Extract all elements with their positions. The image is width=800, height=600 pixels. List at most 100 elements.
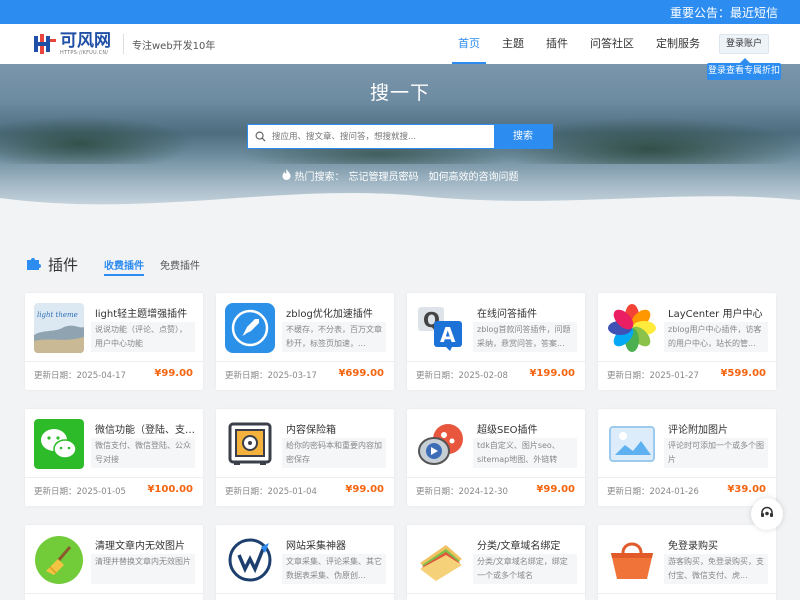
card-title[interactable]: 分类/文章域名绑定 — [477, 537, 581, 552]
search-box: 搜索 — [247, 124, 553, 149]
hero-banner: 搜一下 搜索 热门搜索： 忘记管理员密码 如何高效的咨询问题 — [0, 64, 800, 218]
logo-name: 可风网 — [60, 31, 111, 51]
card-update-date: 更新日期：2025-04-17 — [34, 369, 126, 381]
svg-text:light theme: light theme — [37, 311, 78, 319]
site-logo[interactable]: 可风网 HTTPS://KFUU.CN/ — [32, 24, 111, 64]
plugin-card[interactable]: 超级SEO插件 tdk自定义、图片seo、sitemap地图、外链转换、... … — [407, 409, 585, 506]
plugin-card[interactable]: 评论附加图片 评论时可添加一个或多个图片 更新日期：2024-01-26 ¥39… — [598, 409, 776, 506]
svg-text:A: A — [440, 323, 456, 347]
card-description: 分类/文章域名绑定，绑定一个或多个域名 — [473, 554, 577, 584]
card-price: ¥599.00 — [720, 368, 766, 379]
card-title[interactable]: 微信功能（登陆、支付） — [95, 421, 199, 436]
plugin-card[interactable]: 内容保险箱 给你的密码本和重要内容加密保存 更新日期：2025-01-04 ¥9… — [216, 409, 394, 506]
card-update-date: 更新日期：2025-01-04 — [225, 485, 317, 497]
card-description: zblog首款问答插件，问题采纳，悬赏问答，答案... — [473, 322, 577, 352]
main-nav: 首页 主题 插件 问答社区 定制服务 — [452, 24, 722, 64]
hot-label: 热门搜索： — [294, 172, 345, 183]
date-label: 更新日期： — [34, 371, 77, 381]
card-divider — [407, 477, 585, 478]
date-value: 2025-02-08 — [458, 371, 508, 381]
date-value: 2025-04-17 — [76, 371, 126, 381]
basket-icon[interactable] — [607, 535, 657, 585]
puzzle-icon — [26, 255, 42, 274]
card-update-date: 更新日期：2025-02-08 — [416, 369, 508, 381]
qa-icon[interactable]: QA — [416, 303, 466, 353]
wechat-icon[interactable] — [34, 419, 84, 469]
card-description: 给你的密码本和重要内容加密保存 — [282, 438, 386, 468]
sandwich-icon[interactable] — [416, 535, 466, 585]
nav-qa-community[interactable]: 问答社区 — [590, 24, 634, 64]
fire-icon — [282, 168, 291, 183]
nav-home[interactable]: 首页 — [452, 24, 486, 64]
collector-icon[interactable] — [225, 535, 275, 585]
light-theme-icon[interactable]: light theme — [34, 303, 84, 353]
card-description: 清理并替换文章内无效图片 — [91, 554, 195, 584]
card-title[interactable]: 超级SEO插件 — [477, 421, 581, 436]
tab-free-plugins[interactable]: 免费插件 — [160, 257, 200, 276]
date-label: 更新日期： — [34, 487, 77, 497]
card-title[interactable]: light轻主题增强插件 — [95, 305, 199, 320]
plugin-card[interactable]: 微信功能（登陆、支付） 微信支付、微信登陆、公众号对接 更新日期：2025-01… — [25, 409, 203, 506]
date-value: 2024-01-26 — [649, 487, 699, 497]
rocket-icon[interactable] — [225, 303, 275, 353]
plugin-card[interactable]: QA 在线问答插件 zblog首款问答插件，问题采纳，悬赏问答，答案... 更新… — [407, 293, 585, 390]
plugin-grid: light theme light轻主题增强插件 说说功能（评论、点赞），用户中… — [25, 293, 776, 600]
plugin-card[interactable]: 分类/文章域名绑定 分类/文章域名绑定，绑定一个或多个域名 更新日期：2023-… — [407, 525, 585, 600]
date-label: 更新日期： — [416, 371, 459, 381]
broom-icon[interactable] — [34, 535, 84, 585]
search-input[interactable] — [272, 125, 494, 148]
card-title[interactable]: 在线问答插件 — [477, 305, 581, 320]
site-slogan: 专注web开发10年 — [132, 40, 216, 52]
date-label: 更新日期： — [607, 371, 650, 381]
customer-service-button[interactable] — [751, 498, 783, 530]
image-icon[interactable] — [607, 419, 657, 469]
card-title[interactable]: zblog优化加速插件 — [286, 305, 390, 320]
card-update-date: 更新日期：2025-01-27 — [607, 369, 699, 381]
card-price: ¥699.00 — [338, 368, 384, 379]
search-icon — [248, 125, 272, 148]
plugin-card[interactable]: zblog优化加速插件 不缓存，不分表，百万文章秒开，标签页加速，... 更新日… — [216, 293, 394, 390]
date-value: 2025-01-27 — [649, 371, 699, 381]
login-discount-tip[interactable]: 登录查看专属折扣 — [707, 58, 781, 80]
section-title: 插件 — [48, 256, 79, 274]
login-button[interactable]: 登录账户 — [719, 34, 769, 54]
card-divider — [216, 477, 394, 478]
card-title[interactable]: 网站采集神器 — [286, 537, 390, 552]
hot-item[interactable]: 忘记管理员密码 — [349, 168, 419, 183]
card-title[interactable]: 清理文章内无效图片 — [95, 537, 199, 552]
card-title[interactable]: 免登录购买 — [668, 537, 772, 552]
date-label: 更新日期： — [225, 487, 268, 497]
card-title[interactable]: 内容保险箱 — [286, 421, 390, 436]
plugin-card[interactable]: 清理文章内无效图片 清理并替换文章内无效图片 更新日期：2023-11-27 ¥… — [25, 525, 203, 600]
announcement-text[interactable]: 重要公告：最近短信 — [670, 4, 778, 21]
plugin-card[interactable]: light theme light轻主题增强插件 说说功能（评论、点赞），用户中… — [25, 293, 203, 390]
card-description: 微信支付、微信登陆、公众号对接 — [91, 438, 195, 468]
card-update-date: 更新日期：2025-03-17 — [225, 369, 317, 381]
plugin-card[interactable]: 网站采集神器 文章采集、评论采集、其它数据表采集、伪原创... 更新日期：202… — [216, 525, 394, 600]
card-description: 文章采集、评论采集、其它数据表采集、伪原创... — [282, 554, 386, 584]
card-divider — [25, 361, 203, 362]
card-price: ¥199.00 — [529, 368, 575, 379]
card-description: zblog用户中心插件，访客的用户中心，站长的管... — [664, 322, 768, 352]
card-update-date: 更新日期：2024-01-26 — [607, 485, 699, 497]
plugin-card[interactable]: LayCenter 用户中心 zblog用户中心插件，访客的用户中心，站长的管.… — [598, 293, 776, 390]
card-price: ¥100.00 — [147, 484, 193, 495]
nav-plugins[interactable]: 插件 — [546, 24, 568, 64]
hot-item[interactable]: 如何高效的咨询问题 — [429, 168, 519, 183]
card-title[interactable]: 评论附加图片 — [668, 421, 772, 436]
date-value: 2024-12-30 — [458, 487, 508, 497]
seo-icon[interactable] — [416, 419, 466, 469]
safe-icon[interactable] — [225, 419, 275, 469]
card-price: ¥39.00 — [727, 484, 766, 495]
date-value: 2025-01-05 — [76, 487, 126, 497]
nav-custom-service[interactable]: 定制服务 — [656, 24, 700, 64]
nav-themes[interactable]: 主题 — [502, 24, 524, 64]
pinwheel-icon[interactable] — [607, 303, 657, 353]
tab-paid-plugins[interactable]: 收费插件 — [104, 257, 145, 276]
plugin-card[interactable]: 免登录购买 游客购买，免登录购买，支付宝、微信支付、虎... 更新日期：2023… — [598, 525, 776, 600]
card-title[interactable]: LayCenter 用户中心 — [668, 305, 772, 320]
date-value: 2025-03-17 — [267, 371, 317, 381]
card-description: 游客购买，免登录购买，支付宝、微信支付、虎... — [664, 554, 768, 584]
card-divider — [25, 477, 203, 478]
search-button[interactable]: 搜索 — [494, 125, 552, 148]
